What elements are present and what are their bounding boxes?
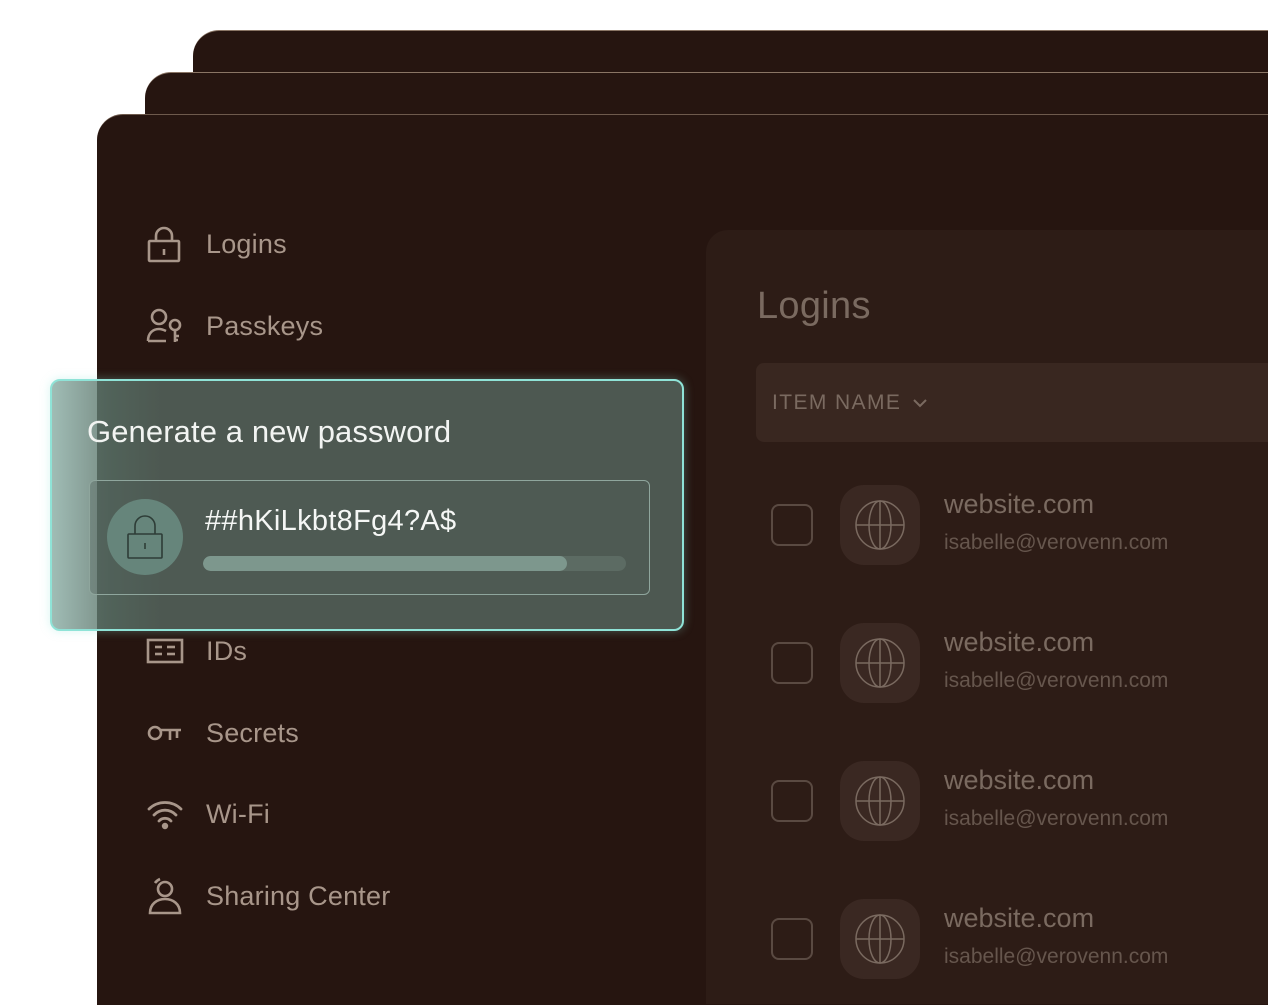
row-email: isabelle@verovenn.com bbox=[944, 531, 1169, 554]
password-strength-bar bbox=[203, 556, 626, 571]
row-site: website.com bbox=[944, 903, 1095, 933]
sidebar-item-label: Sharing Center bbox=[206, 880, 391, 911]
sidebar-item-secrets[interactable]: Secrets bbox=[146, 713, 299, 753]
passkey-icon bbox=[146, 307, 184, 345]
sharing-icon bbox=[146, 877, 184, 915]
page-title: Logins bbox=[757, 285, 871, 327]
logins-panel bbox=[706, 230, 1268, 1004]
row-site: website.com bbox=[944, 627, 1095, 657]
lock-icon bbox=[146, 225, 184, 263]
generator-title: Generate a new password bbox=[87, 414, 452, 449]
generated-password-field[interactable]: ##hKiLkbt8Fg4?A$ bbox=[89, 480, 650, 595]
item-name-column-header[interactable]: ITEM NAME bbox=[756, 363, 1268, 442]
sidebar-item-wifi[interactable]: Wi-Fi bbox=[146, 794, 270, 834]
row-checkbox[interactable] bbox=[771, 918, 813, 960]
list-item[interactable]: website.com isabelle@verovenn.com bbox=[770, 485, 1268, 565]
globe-icon bbox=[840, 623, 920, 703]
generated-password: ##hKiLkbt8Fg4?A$ bbox=[205, 505, 457, 537]
column-header-label: ITEM NAME bbox=[772, 390, 902, 414]
sidebar-item-label: IDs bbox=[206, 635, 248, 666]
sidebar-item-sharing-center[interactable]: Sharing Center bbox=[146, 876, 390, 916]
sidebar-item-label: Secrets bbox=[206, 717, 299, 748]
row-email: isabelle@verovenn.com bbox=[944, 807, 1169, 830]
chevron-down-icon bbox=[911, 394, 929, 412]
padlock-icon bbox=[107, 499, 183, 575]
password-strength-fill bbox=[203, 556, 567, 571]
globe-icon bbox=[840, 761, 920, 841]
sidebar-item-label: Passkeys bbox=[206, 310, 324, 341]
row-checkbox[interactable] bbox=[771, 504, 813, 546]
row-checkbox[interactable] bbox=[771, 780, 813, 822]
globe-icon bbox=[840, 485, 920, 565]
id-card-icon bbox=[146, 632, 184, 670]
key-icon bbox=[146, 714, 184, 752]
sidebar-item-logins[interactable]: Logins bbox=[146, 224, 287, 264]
sidebar-item-passkeys[interactable]: Passkeys bbox=[146, 306, 323, 346]
row-email: isabelle@verovenn.com bbox=[944, 945, 1169, 968]
row-site: website.com bbox=[944, 765, 1095, 795]
list-item[interactable]: website.com isabelle@verovenn.com bbox=[770, 899, 1268, 979]
globe-icon bbox=[840, 899, 920, 979]
wifi-icon bbox=[146, 795, 184, 833]
password-generator-card: Generate a new password ##hKiLkbt8Fg4?A$ bbox=[50, 379, 684, 631]
row-site: website.com bbox=[944, 489, 1095, 519]
sidebar-item-label: Wi-Fi bbox=[206, 798, 270, 829]
list-item[interactable]: website.com isabelle@verovenn.com bbox=[770, 623, 1268, 703]
list-item[interactable]: website.com isabelle@verovenn.com bbox=[770, 761, 1268, 841]
row-email: isabelle@verovenn.com bbox=[944, 669, 1169, 692]
row-checkbox[interactable] bbox=[771, 642, 813, 684]
sidebar-item-ids[interactable]: IDs bbox=[146, 631, 247, 671]
sidebar-item-label: Logins bbox=[206, 228, 287, 259]
